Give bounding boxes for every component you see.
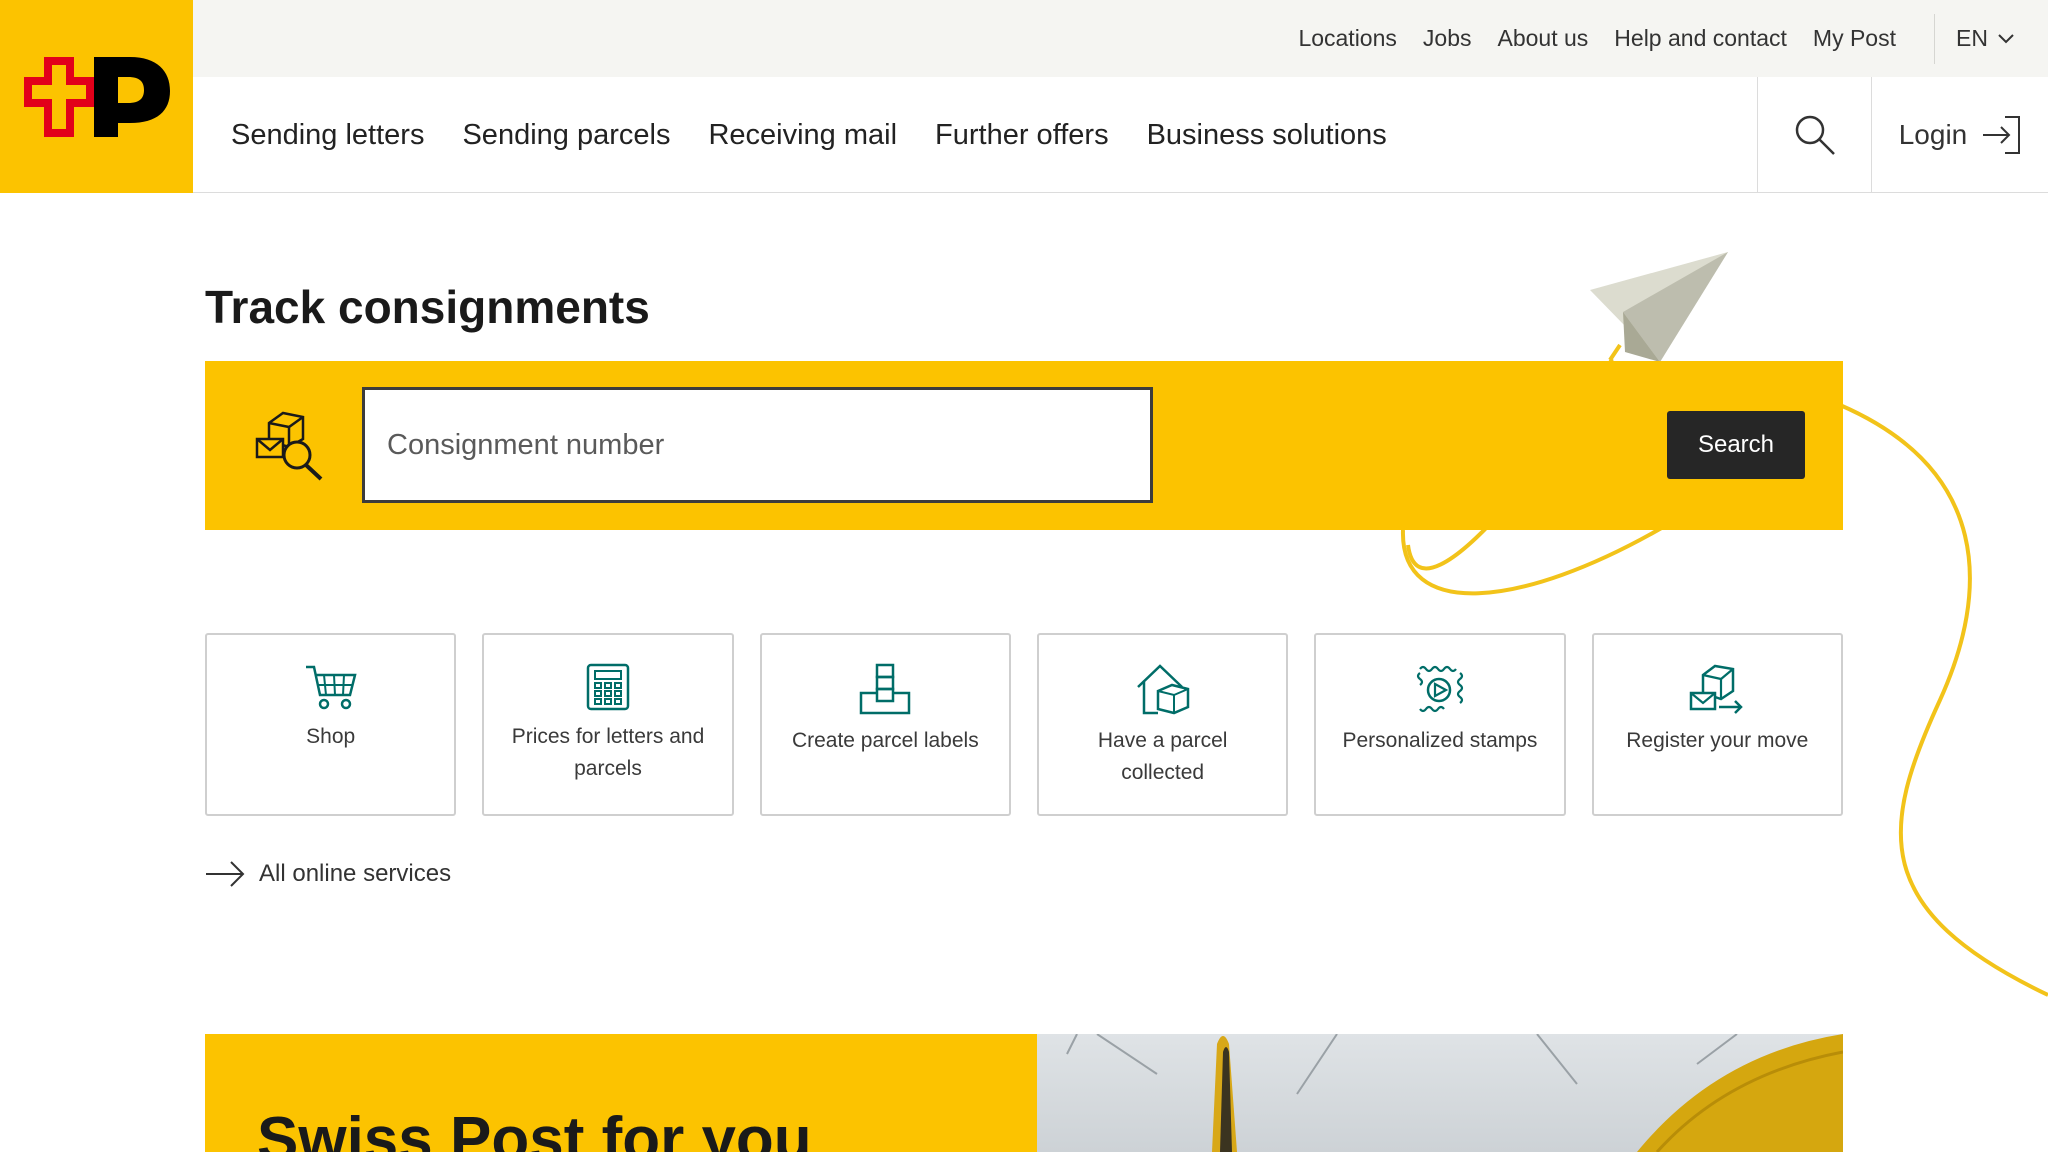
tile-register-move[interactable]: Register your move <box>1591 633 1843 816</box>
arrow-right-icon <box>206 861 245 887</box>
nav-sending-parcels[interactable]: Sending parcels <box>462 119 670 152</box>
search-button[interactable] <box>1757 77 1872 193</box>
calculator-icon <box>586 663 630 711</box>
nav-further-offers[interactable]: Further offers <box>935 119 1109 152</box>
login-arrow-icon <box>1983 116 2021 154</box>
top-link-jobs[interactable]: Jobs <box>1423 25 1472 52</box>
tile-label: Register your move <box>1626 729 1809 752</box>
tile-label: Prices for letters and parcels <box>511 725 705 780</box>
top-link-my-post[interactable]: My Post <box>1813 25 1896 52</box>
tile-personalized-stamps[interactable]: Personalized stamps <box>1314 633 1566 816</box>
shopping-cart-icon <box>305 665 357 710</box>
promo-title: Swiss Post for you <box>257 1105 812 1152</box>
chevron-down-icon <box>1998 33 2014 43</box>
utility-links: Locations Jobs About us Help and contact… <box>1298 0 1896 77</box>
promo-image <box>1037 1034 1843 1152</box>
promo-photo-illustration <box>1066 1034 1843 1152</box>
tile-label: Personalized stamps <box>1342 729 1538 752</box>
all-online-services-link[interactable]: All online services <box>205 856 451 892</box>
tile-create-labels[interactable]: Create parcel labels <box>759 633 1011 816</box>
track-search-button[interactable]: Search <box>1667 411 1805 479</box>
utility-bar: Locations Jobs About us Help and contact… <box>193 0 2048 77</box>
tile-prices[interactable]: Prices for letters and parcels <box>482 633 734 816</box>
nav-receiving-mail[interactable]: Receiving mail <box>708 119 897 152</box>
language-label: EN <box>1956 25 1988 51</box>
track-title: Track consignments <box>205 281 650 333</box>
top-link-locations[interactable]: Locations <box>1298 25 1396 52</box>
main-nav-items: Sending letters Sending parcels Receivin… <box>231 77 1387 193</box>
parcel-search-icon <box>255 411 323 481</box>
parcel-label-icon <box>860 663 911 715</box>
moving-box-icon <box>1690 664 1744 714</box>
tile-shop[interactable]: Shop <box>205 633 457 816</box>
all-online-services-label: All online services <box>259 860 452 887</box>
tile-label: Have a parcel collected <box>1097 729 1228 784</box>
top-link-about-us[interactable]: About us <box>1498 25 1589 52</box>
language-selector[interactable]: EN <box>1956 0 2014 77</box>
post-logo-icon <box>23 56 170 137</box>
service-tiles: Shop Prices for letters and parcels Crea… <box>205 633 1843 816</box>
stamp-icon <box>1416 665 1464 713</box>
house-parcel-icon <box>1136 664 1189 715</box>
nav-business-solutions[interactable]: Business solutions <box>1147 119 1387 152</box>
login-button[interactable]: Login <box>1872 77 2048 193</box>
nav-sending-letters[interactable]: Sending letters <box>231 119 424 152</box>
swiss-post-logo[interactable] <box>0 0 193 193</box>
track-consignment-bar: Search <box>205 361 1843 530</box>
main-navigation: Sending letters Sending parcels Receivin… <box>193 77 2048 193</box>
login-label: Login <box>1898 119 1968 150</box>
tile-label: Shop <box>306 725 356 748</box>
tile-label: Create parcel labels <box>791 729 979 752</box>
search-icon <box>1795 115 1835 155</box>
promo-panel: Swiss Post for you <box>205 1034 1037 1152</box>
utility-divider <box>1934 14 1935 64</box>
top-link-help-contact[interactable]: Help and contact <box>1614 25 1787 52</box>
consignment-number-input[interactable] <box>362 387 1153 503</box>
tile-parcel-collected[interactable]: Have a parcel collected <box>1036 633 1289 816</box>
